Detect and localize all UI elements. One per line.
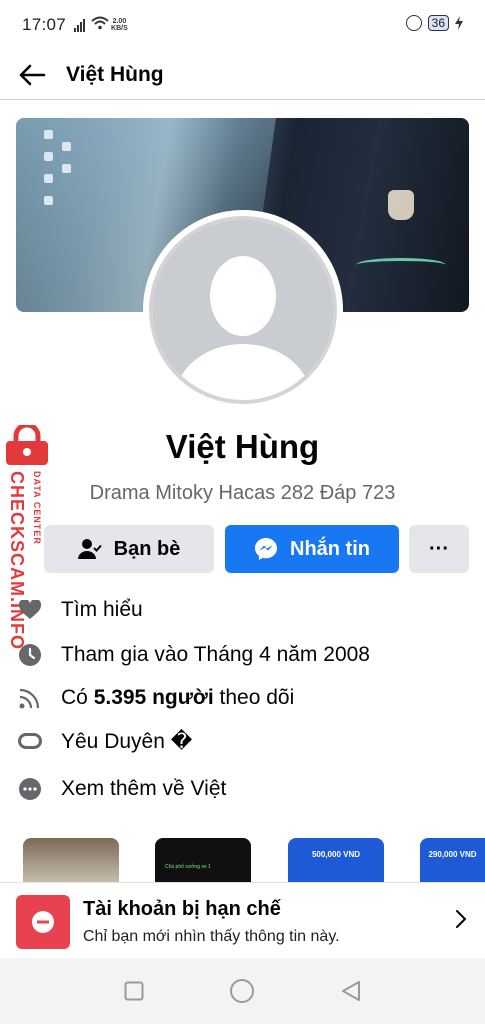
thumbnail-amount: 290,000 VND — [428, 850, 477, 859]
home-button[interactable] — [227, 976, 257, 1006]
desktop-icon — [44, 130, 53, 139]
lock-icon — [405, 15, 422, 31]
photo-thumbnail[interactable] — [23, 838, 119, 884]
wifi-icon — [91, 15, 109, 35]
photo-thumbnail[interactable]: 290,000 VND — [420, 838, 485, 884]
info-relationship-label: Yêu Duyên � — [61, 729, 193, 753]
messenger-icon — [254, 537, 278, 561]
profile-avatar[interactable] — [143, 210, 343, 410]
recents-button[interactable] — [119, 976, 149, 1006]
desktop-icon — [62, 142, 71, 151]
more-options-button[interactable]: ··· — [409, 525, 469, 573]
followers-prefix: Có — [61, 686, 94, 709]
desktop-icon — [62, 164, 71, 173]
chevron-right-icon — [455, 909, 467, 934]
message-button-label: Nhắn tin — [290, 537, 370, 560]
avatar-head-shape — [210, 256, 276, 336]
desktop-icon — [44, 196, 53, 205]
header-title: Việt Hùng — [66, 62, 164, 86]
profile-name: Việt Hùng — [165, 428, 320, 465]
battery-indicator: 36 — [427, 15, 449, 31]
banner-subtitle: Chỉ bạn mới nhìn thấy thông tin này. — [83, 928, 340, 945]
friends-button[interactable]: Bạn bè — [44, 525, 214, 573]
info-joined: Tham gia vào Tháng 4 năm 2008 — [18, 640, 370, 670]
photo-thumbnail[interactable]: 500,000 VND — [288, 838, 384, 884]
cover-figure — [388, 190, 414, 220]
avatar-placeholder — [149, 216, 337, 404]
cover-light-strip — [356, 258, 446, 272]
circle-icon — [230, 979, 255, 1003]
status-time: 17:07 — [22, 15, 67, 34]
avatar-body-shape — [175, 344, 311, 400]
desktop-icon — [44, 152, 53, 161]
profile-bio: Drama Mitoky Hacas 282 Đáp 723 — [89, 482, 396, 504]
ring-icon — [18, 729, 42, 753]
system-back-button[interactable] — [336, 976, 366, 1006]
info-joined-label: Tham gia vào Tháng 4 năm 2008 — [61, 643, 370, 666]
app-header: Việt Hùng — [0, 50, 485, 100]
info-relationship: Yêu Duyên � — [18, 726, 192, 756]
photo-thumbnail[interactable]: Chú phố xưởng xe 1 — [155, 838, 251, 884]
arrow-left-icon — [19, 64, 46, 85]
square-icon — [124, 981, 144, 1001]
rss-icon — [18, 686, 42, 710]
thumbnail-amount: 500,000 VND — [311, 850, 361, 859]
minus-circle-icon — [16, 895, 70, 949]
triangle-back-icon — [341, 981, 360, 1001]
banner-title: Tài khoản bị hạn chế — [83, 898, 281, 920]
followers-suffix: theo dõi — [213, 686, 295, 709]
network-speed-value: 2.00 — [112, 18, 127, 25]
network-speed-unit: KB/S — [111, 25, 128, 32]
heart-icon — [18, 598, 42, 622]
info-see-more[interactable]: Xem thêm về Việt — [18, 774, 226, 804]
restricted-account-banner[interactable]: Tài khoản bị hạn chế Chỉ bạn mới nhìn th… — [0, 882, 485, 958]
message-button[interactable]: Nhắn tin — [225, 525, 399, 573]
charging-icon — [455, 16, 463, 30]
info-about[interactable]: Tìm hiểu — [18, 595, 143, 625]
thumbnail-caption: Chú phố xưởng xe 1 — [165, 864, 211, 870]
desktop-icon — [44, 174, 53, 183]
person-check-icon — [77, 538, 102, 560]
back-button[interactable] — [17, 60, 47, 90]
network-speed: 2.00 KB/S — [111, 18, 128, 32]
signal-icon — [74, 18, 86, 32]
followers-count: 5.395 người — [93, 686, 214, 709]
info-followers-text: Có 5.395 người theo dõi — [61, 686, 294, 710]
more-options-label: ··· — [429, 537, 449, 560]
clock-icon — [18, 643, 42, 667]
ellipsis-circle-icon — [18, 777, 42, 801]
friends-button-label: Bạn bè — [113, 537, 181, 560]
status-bar: 17:07 2.00 KB/S 36 — [0, 0, 485, 50]
system-nav-bar — [0, 958, 485, 1024]
info-see-more-label: Xem thêm về Việt — [61, 777, 227, 800]
info-followers[interactable]: Có 5.395 người theo dõi — [18, 683, 294, 713]
info-about-label: Tìm hiểu — [61, 598, 143, 621]
